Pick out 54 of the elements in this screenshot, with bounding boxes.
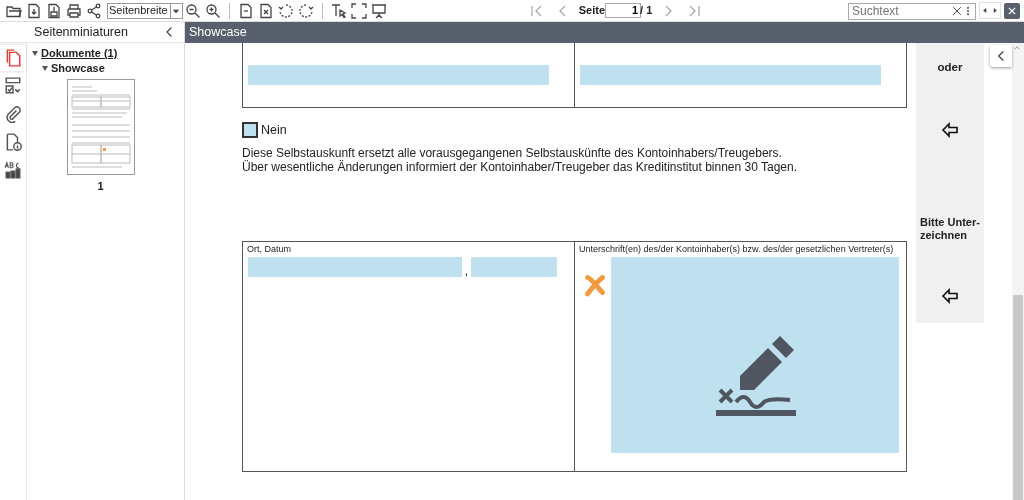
caret-icon — [172, 6, 181, 15]
abc-statistics-icon — [4, 161, 22, 179]
save-icon — [46, 2, 62, 19]
fullscreen-button[interactable] — [348, 0, 369, 21]
close-button[interactable] — [1004, 2, 1020, 19]
page-thumbnail[interactable] — [66, 79, 135, 175]
search-field[interactable]: Suchtext — [848, 2, 976, 20]
panel-title: Seitenminiaturen — [33, 23, 129, 41]
page-icon — [237, 2, 254, 19]
form-icon — [4, 77, 22, 95]
zoom-out-icon — [184, 2, 201, 19]
comma-text: , — [463, 265, 470, 278]
field-label: Unterschrift(en) des/der Kontoinhaber(s) bzw. des/der gesetzlichen Vertreter(s) — [578, 242, 895, 256]
fullscreen-icon — [350, 2, 367, 19]
page-count: / 1 — [640, 3, 653, 19]
clear-icon[interactable] — [951, 4, 963, 17]
expand-icon[interactable] — [32, 51, 38, 56]
x-mark-icon — [583, 273, 607, 298]
notice-text: Diese Selbstauskunft ersetzt alle vorausgegangenen Selbstauskünfte des Kontoinhabers/Treugebers. — [242, 145, 783, 160]
page-icon — [257, 2, 274, 19]
field-label: Ort, Datum — [246, 242, 292, 256]
rotate-left-icon — [277, 2, 294, 19]
expand-panel-button[interactable] — [990, 45, 1012, 67]
hint-text: oder — [937, 60, 963, 75]
input-field[interactable] — [580, 65, 881, 85]
page-label: Seite — [578, 3, 605, 19]
notice-text: Über wesentliche Änderungen informiert der Kontoinhaber/Treugeber das Kreditinstitut binnen 30 Tagen. — [242, 159, 798, 174]
page-number: 1 — [97, 179, 104, 194]
pages-icon — [4, 49, 22, 67]
presentation-icon — [370, 2, 387, 19]
document-info-icon — [4, 133, 22, 151]
hint-text: Bitte Unter-zeichnen — [919, 216, 981, 243]
paperclip-icon — [4, 105, 22, 123]
input-field[interactable] — [248, 65, 549, 85]
checkbox[interactable] — [242, 122, 258, 139]
page-number-field[interactable]: 1 — [605, 3, 641, 18]
document-title: Showcase — [189, 24, 247, 42]
text-select-icon — [330, 2, 347, 19]
signature-field[interactable] — [611, 257, 899, 454]
close-icon — [1007, 5, 1017, 16]
input-field[interactable] — [248, 257, 462, 278]
checkbox-label: Nein — [261, 122, 287, 139]
print-icon — [66, 2, 82, 19]
sidebar-tab[interactable] — [0, 45, 26, 71]
tree-item[interactable]: Showcase — [51, 60, 105, 77]
expand-icon[interactable] — [42, 66, 48, 71]
zoom-in-icon — [204, 2, 221, 19]
share-icon — [86, 2, 102, 19]
download-icon — [26, 2, 42, 19]
rotate-right-icon — [297, 2, 314, 19]
input-field[interactable] — [471, 257, 557, 278]
tree-item[interactable]: Dokumente (1) — [41, 45, 118, 62]
scrollbar[interactable] — [1012, 43, 1024, 500]
zoom-select[interactable]: Seitenbreite — [107, 2, 183, 19]
